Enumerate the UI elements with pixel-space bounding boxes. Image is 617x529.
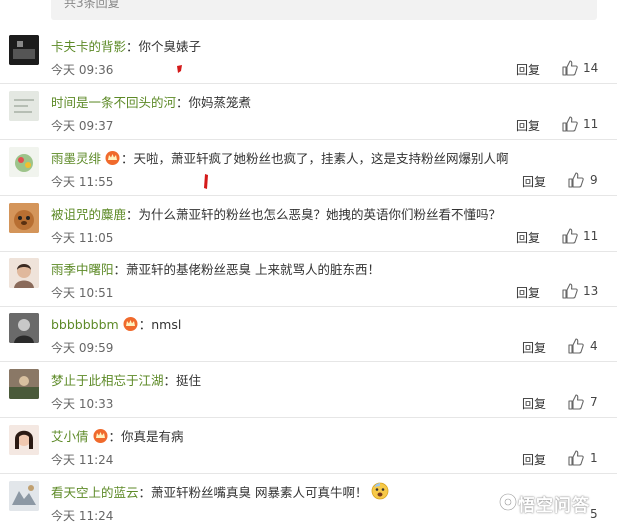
avatar[interactable]: [9, 91, 39, 121]
comment-row: 时间是一条不回头的河：你妈蒸笼煮 今天 09:37 回复 11: [0, 84, 617, 189]
like-icon[interactable]: [562, 60, 578, 76]
username-link[interactable]: 被诅咒的麋鹿: [51, 207, 126, 222]
comment-time: 今天 09:59: [51, 341, 114, 355]
reply-button[interactable]: 回复: [522, 451, 546, 468]
comment-line: 卡夫卡的背影：你个臭婊子: [51, 39, 202, 54]
avatar[interactable]: [9, 481, 39, 511]
comment-time: 今天 09:37: [51, 119, 114, 133]
comment-text: 萧亚轩的基佬粉丝恶臭 上来就骂人的脏东西！: [126, 262, 381, 277]
comment-line: bbbbbbbm ：nmsl: [51, 317, 182, 332]
reply-button[interactable]: 回复: [522, 173, 546, 190]
comment-time: 今天 11:24: [51, 509, 114, 523]
avatar[interactable]: [9, 147, 39, 177]
comment-time: 今天 09:36: [51, 63, 114, 77]
reply-button[interactable]: 回复: [522, 395, 546, 412]
reply-button[interactable]: 回复: [516, 117, 540, 134]
comment-line: 雨季中曙阳：萧亚轩的基佬粉丝恶臭 上来就骂人的脏东西！: [51, 262, 381, 277]
comment-text: 萧亚轩粉丝嘴真臭 网暴素人可真牛啊！: [151, 485, 368, 500]
fearful-face-emoji-icon: [371, 482, 388, 500]
comment-row: 卡夫卡的背影：你个臭婊子 今天 09:36 回复 14: [0, 28, 617, 84]
username-link[interactable]: 时间是一条不回头的河: [51, 95, 176, 110]
comment-time: 今天 10:51: [51, 286, 114, 300]
like-icon[interactable]: [562, 116, 578, 132]
comment-text: 你妈蒸笼煮: [188, 95, 252, 110]
comment-row: bbbbbbbm ：nmsl 今天 09:59 回复 4: [0, 306, 617, 362]
reply-button[interactable]: 回复: [516, 229, 540, 246]
avatar[interactable]: [9, 35, 39, 65]
avatar[interactable]: [9, 203, 39, 233]
comment-line: 时间是一条不回头的河：你妈蒸笼煮: [51, 95, 252, 110]
like-count: 7: [590, 395, 598, 409]
like-count: 14: [583, 61, 599, 75]
comment-text: 为什么萧亚轩的粉丝也怎么恶臭？她拽的英语你们粉丝看不懂吗？: [138, 207, 502, 222]
username-link[interactable]: 艾小倩: [51, 429, 89, 444]
comment-line: 看天空上的蓝云：萧亚轩粉丝嘴真臭 网暴素人可真牛啊！: [51, 482, 389, 501]
like-icon[interactable]: [568, 450, 584, 466]
comment-time: 今天 11:24: [51, 453, 114, 467]
reply-button[interactable]: 回复: [516, 61, 540, 78]
like-icon[interactable]: [562, 228, 578, 244]
username-link[interactable]: 雨墨灵绯: [51, 151, 101, 166]
username-link[interactable]: bbbbbbbm: [51, 317, 119, 332]
reply-button[interactable]: 回复: [516, 284, 540, 301]
comment-row: 艾小倩 ：你真是有病 今天 11:24 回复 1: [0, 418, 617, 474]
like-count: 11: [583, 117, 599, 131]
censor-mark: [177, 65, 182, 73]
like-icon[interactable]: [568, 172, 584, 188]
avatar[interactable]: [9, 313, 39, 343]
username-link[interactable]: 梦止于此相忘于江湖: [51, 373, 164, 388]
reply-count-bar[interactable]: 共3条回复: [51, 0, 597, 20]
comment-line: 雨墨灵绯 ：天啦，萧亚轩疯了她粉丝也疯了，挂素人，这是支持粉丝网爆别人啊: [51, 151, 509, 166]
username-link[interactable]: 雨季中曙阳: [51, 262, 114, 277]
like-count: 4: [590, 339, 598, 353]
like-icon[interactable]: [568, 338, 584, 354]
comment-line: 梦止于此相忘于江湖：挺住: [51, 373, 202, 388]
comment-text: 你个臭婊子: [138, 39, 202, 54]
like-icon[interactable]: [562, 283, 578, 299]
avatar[interactable]: [9, 369, 39, 399]
comment-row: 雨季中曙阳：萧亚轩的基佬粉丝恶臭 上来就骂人的脏东西！ 今天 10:51 回复 …: [0, 251, 617, 307]
crown-badge-icon: [105, 151, 120, 165]
like-count: 11: [583, 229, 599, 243]
comment-row: 梦止于此相忘于江湖：挺住 今天 10:33 回复 7: [0, 362, 617, 418]
comment-text: 挺住: [176, 373, 202, 388]
comment-text: nmsl: [151, 317, 182, 332]
like-icon[interactable]: [568, 394, 584, 410]
comment-row: 雨墨灵绯 ：天啦，萧亚轩疯了她粉丝也疯了，挂素人，这是支持粉丝网爆别人啊 今天 1…: [0, 140, 617, 196]
avatar[interactable]: [9, 258, 39, 288]
reply-count-text: 共3条回复: [64, 0, 120, 10]
comment-text: 你真是有病: [121, 429, 184, 444]
like-count: 1: [590, 451, 598, 465]
username-link[interactable]: 卡夫卡的背影: [51, 39, 126, 54]
comment-row: 被诅咒的麋鹿：为什么萧亚轩的粉丝也怎么恶臭？她拽的英语你们粉丝看不懂吗？ 今天 …: [0, 196, 617, 252]
comment-time: 今天 10:33: [51, 397, 114, 411]
crown-badge-icon: [93, 429, 108, 443]
username-link[interactable]: 看天空上的蓝云: [51, 485, 139, 500]
reply-button[interactable]: 回复: [522, 339, 546, 356]
comment-time: 今天 11:05: [51, 231, 114, 245]
like-count: 5: [590, 507, 598, 521]
comment-text: 天啦，萧亚轩疯了她粉丝也疯了，挂素人，这是支持粉丝网爆别人啊: [133, 151, 509, 166]
comment-time: 今天 11:55: [51, 175, 114, 189]
like-count: 9: [590, 173, 598, 187]
watermark: 悟空问答: [518, 496, 590, 516]
comment-line: 艾小倩 ：你真是有病: [51, 429, 184, 444]
crown-badge-icon: [123, 317, 138, 331]
wukong-logo-icon: [499, 493, 517, 511]
avatar[interactable]: [9, 425, 39, 455]
comment-line: 被诅咒的麋鹿：为什么萧亚轩的粉丝也怎么恶臭？她拽的英语你们粉丝看不懂吗？: [51, 207, 502, 222]
like-count: 13: [583, 284, 599, 298]
